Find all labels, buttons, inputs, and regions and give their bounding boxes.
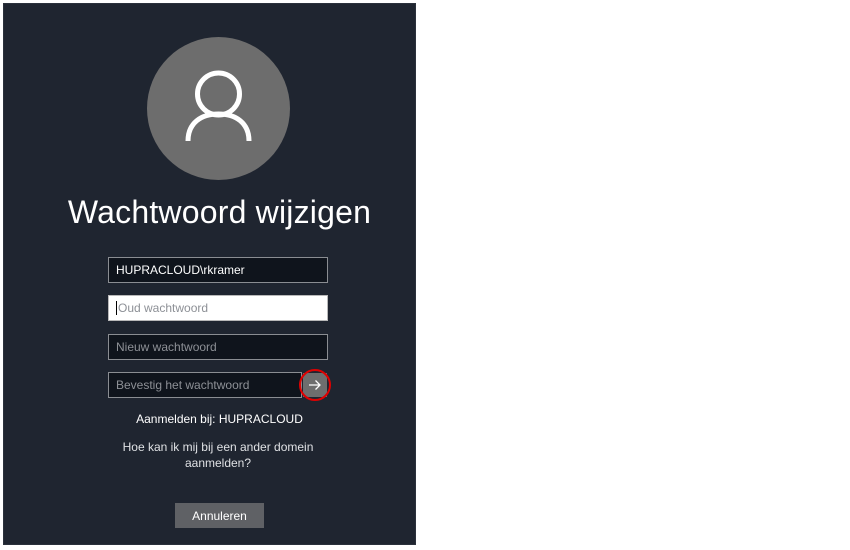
login-panel: Wachtwoord wijzigen HUPRACLOUD\rkramer O… [3, 3, 416, 545]
cancel-button[interactable]: Annuleren [175, 503, 264, 528]
other-domain-line2: aanmelden? [184, 456, 252, 470]
page-title: Wachtwoord wijzigen [67, 194, 372, 230]
new-password-placeholder: Nieuw wachtwoord [116, 340, 217, 354]
old-password-field[interactable]: Oud wachtwoord [108, 295, 328, 321]
signin-domain-text: Aanmelden bij: HUPRACLOUD [136, 412, 303, 426]
old-password-placeholder: Oud wachtwoord [118, 301, 209, 315]
username-value: HUPRACLOUD\rkramer [116, 263, 245, 277]
other-domain-link[interactable]: Hoe kan ik mij bij een ander domein aanm… [108, 439, 328, 471]
new-password-field[interactable]: Nieuw wachtwoord [108, 334, 328, 360]
user-avatar [147, 37, 290, 180]
arrow-right-icon [309, 380, 321, 390]
submit-button[interactable] [303, 373, 327, 397]
username-field[interactable]: HUPRACLOUD\rkramer [108, 257, 328, 283]
confirm-password-placeholder: Bevestig het wachtwoord [116, 378, 250, 392]
text-caret [116, 301, 117, 315]
user-icon [185, 70, 252, 142]
confirm-password-field[interactable]: Bevestig het wachtwoord [108, 372, 302, 398]
other-domain-line1: Hoe kan ik mij bij een ander domein [122, 440, 314, 454]
